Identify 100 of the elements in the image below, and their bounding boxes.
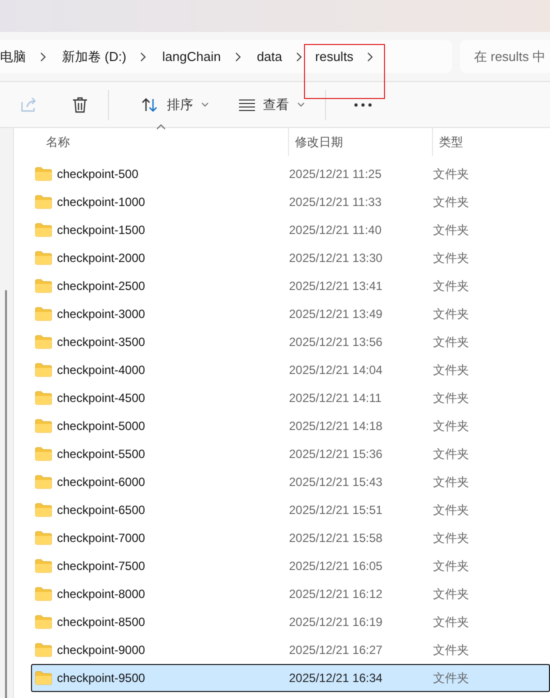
search-field[interactable]: 在 results 中	[460, 40, 550, 73]
breadcrumb-item[interactable]: data	[242, 46, 296, 66]
file-row[interactable]: checkpoint-8500 2025/12/21 16:19 文件夹	[31, 608, 550, 636]
caret-icon	[201, 102, 209, 107]
file-row[interactable]: checkpoint-5500 2025/12/21 15:36 文件夹	[31, 440, 550, 468]
scrollbar-thumb[interactable]	[5, 290, 7, 698]
date-cell-text: 2025/12/21 11:40	[289, 222, 383, 239]
breadcrumb-item[interactable]: results	[303, 46, 366, 66]
date-cell-text: 2025/12/21 14:11	[289, 390, 383, 407]
folder-icon	[35, 503, 52, 517]
file-row[interactable]: checkpoint-7500 2025/12/21 16:05 文件夹	[31, 552, 550, 580]
file-name: checkpoint-8000	[57, 586, 146, 603]
file-name: checkpoint-500	[57, 166, 138, 183]
file-row[interactable]: checkpoint-8000 2025/12/21 16:12 文件夹	[31, 580, 550, 608]
type-cell-text: 文件夹	[433, 614, 470, 631]
type-cell-text: 文件夹	[433, 362, 470, 379]
file-row[interactable]: checkpoint-4000 2025/12/21 14:04 文件夹	[31, 356, 550, 384]
file-row[interactable]: checkpoint-6500 2025/12/21 15:51 文件夹	[31, 496, 550, 524]
folder-icon	[35, 475, 52, 489]
file-row[interactable]: checkpoint-2500 2025/12/21 13:41 文件夹	[31, 272, 550, 300]
sort-caret-icon	[156, 124, 166, 130]
type-cell-text: 文件夹	[433, 670, 470, 687]
file-name: checkpoint-9000	[57, 642, 146, 659]
file-row[interactable]: checkpoint-6000 2025/12/21 15:43 文件夹	[31, 468, 550, 496]
date-cell-text: 2025/12/21 14:04	[289, 362, 384, 379]
file-row[interactable]: checkpoint-9000 2025/12/21 16:27 文件夹	[31, 636, 550, 664]
type-cell-text: 文件夹	[433, 390, 470, 407]
breadcrumb-bar[interactable]	[0, 40, 452, 73]
date-cell-text: 2025/12/21 15:43	[289, 474, 384, 491]
file-row[interactable]: checkpoint-1000 2025/12/21 11:33 文件夹	[31, 188, 550, 216]
folder-icon	[35, 307, 52, 321]
file-name: checkpoint-1500	[57, 222, 146, 239]
type-cell-text: 文件夹	[433, 334, 470, 351]
file-name: checkpoint-6000	[57, 474, 146, 491]
type-cell-text: 文件夹	[433, 446, 470, 463]
chevron-icon[interactable]	[139, 52, 148, 62]
file-row[interactable]: checkpoint-1500 2025/12/21 11:40 文件夹	[31, 216, 550, 244]
folder-icon	[35, 419, 52, 433]
date-cell-text: 2025/12/21 14:18	[289, 418, 384, 435]
file-name: checkpoint-8500	[57, 614, 146, 631]
chevron-icon[interactable]	[366, 52, 374, 62]
file-row[interactable]: checkpoint-500 2025/12/21 11:25 文件夹	[31, 160, 550, 188]
file-name: checkpoint-7000	[57, 530, 146, 547]
file-name: checkpoint-2500	[57, 278, 146, 295]
folder-icon	[35, 587, 52, 601]
date-cell-text: 2025/12/21 16:34	[289, 670, 384, 687]
type-cell-text: 文件夹	[433, 250, 470, 267]
file-name: checkpoint-5000	[57, 418, 146, 435]
file-row[interactable]: checkpoint-9500 2025/12/21 16:34 文件夹	[31, 664, 550, 692]
file-name: checkpoint-9500	[57, 670, 146, 687]
file-name: checkpoint-4500	[57, 390, 146, 407]
type-cell-text: 文件夹	[433, 194, 470, 211]
column-header[interactable]: 类型	[432, 128, 550, 156]
type-cell-text: 文件夹	[433, 530, 470, 547]
type-cell-text: 文件夹	[433, 222, 470, 239]
file-name: checkpoint-4000	[57, 362, 146, 379]
chevron-icon[interactable]	[234, 52, 242, 62]
column-header[interactable]: 名称	[14, 128, 288, 156]
view-button[interactable]: 查看	[233, 88, 311, 120]
chevron-icon[interactable]	[295, 52, 304, 62]
file-row[interactable]: checkpoint-3500 2025/12/21 13:56 文件夹	[31, 328, 550, 356]
breadcrumb-item[interactable]: 新加卷 (D:)	[47, 46, 140, 66]
folder-icon	[35, 391, 52, 405]
date-cell-text: 2025/12/21 11:25	[289, 166, 383, 183]
column-header[interactable]: 修改日期	[288, 128, 432, 156]
file-name: checkpoint-1000	[57, 194, 146, 211]
breadcrumb-item[interactable]: langChain	[147, 46, 234, 66]
folder-icon	[35, 335, 52, 349]
type-cell-text: 文件夹	[433, 474, 470, 491]
file-name: checkpoint-5500	[57, 446, 146, 463]
folder-icon	[35, 531, 52, 545]
type-cell-text: 文件夹	[433, 166, 470, 183]
file-name: checkpoint-3000	[57, 306, 146, 323]
file-row[interactable]: checkpoint-2000 2025/12/21 13:30 文件夹	[31, 244, 550, 272]
lines-icon	[239, 98, 255, 110]
sort-icon	[141, 96, 159, 112]
date-cell-text: 2025/12/21 16:05	[289, 558, 384, 575]
type-cell-text: 文件夹	[433, 418, 470, 435]
date-cell-text: 2025/12/21 13:30	[289, 250, 384, 267]
date-cell-text: 2025/12/21 13:41	[289, 278, 384, 295]
file-row[interactable]: checkpoint-5000 2025/12/21 14:18 文件夹	[31, 412, 550, 440]
file-row[interactable]: checkpoint-3000 2025/12/21 13:49 文件夹	[31, 300, 550, 328]
folder-icon	[35, 643, 52, 657]
folder-icon	[35, 195, 52, 209]
folder-icon	[35, 363, 52, 377]
more-icon	[354, 102, 372, 106]
type-cell-text: 文件夹	[433, 586, 470, 603]
chevron-icon[interactable]	[39, 52, 47, 62]
sort-button[interactable]: 排序	[135, 88, 215, 120]
file-row[interactable]: checkpoint-7000 2025/12/21 15:58 文件夹	[31, 524, 550, 552]
date-cell-text: 2025/12/21 15:36	[289, 446, 384, 463]
file-row[interactable]: checkpoint-4500 2025/12/21 14:11 文件夹	[31, 384, 550, 412]
date-cell-text: 2025/12/21 16:19	[289, 614, 384, 631]
breadcrumb-item[interactable]: 电脑	[0, 46, 39, 66]
type-cell-text: 文件夹	[433, 558, 470, 575]
folder-icon	[35, 559, 52, 573]
type-cell-text: 文件夹	[433, 642, 470, 659]
trash-icon	[72, 96, 88, 114]
file-name: checkpoint-7500	[57, 558, 146, 575]
folder-icon	[35, 167, 52, 181]
